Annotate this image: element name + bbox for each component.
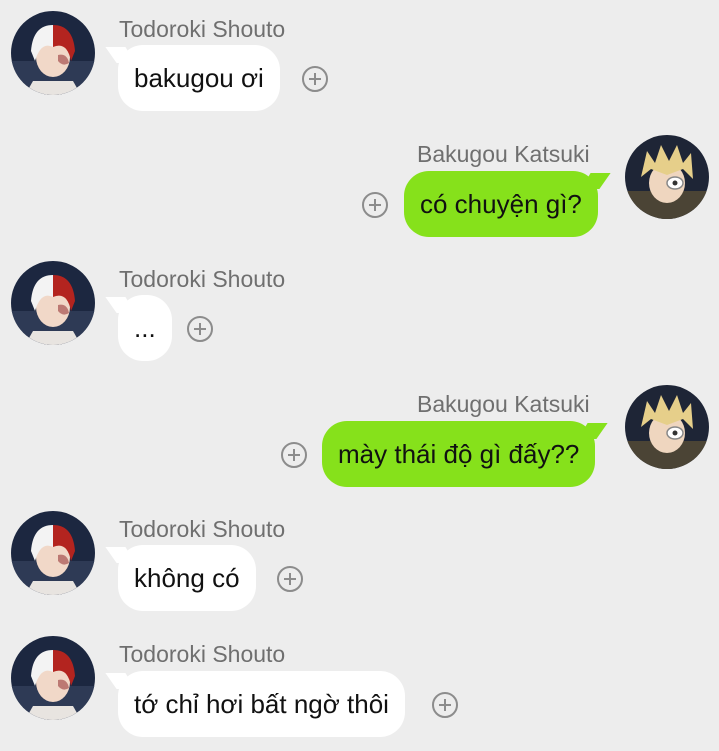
todoroki-avatar-icon[interactable] bbox=[11, 636, 95, 720]
add-reaction-icon[interactable] bbox=[432, 692, 458, 718]
message-bubble[interactable]: tớ chỉ hơi bất ngờ thôi bbox=[118, 671, 405, 737]
message-text: tớ chỉ hơi bất ngờ thôi bbox=[134, 689, 389, 719]
sender-name: Todoroki Shouto bbox=[119, 641, 286, 667]
chat-message: Todoroki Shouto tớ chỉ hơi bất ngờ thôi bbox=[0, 0, 719, 751]
chat-thread: Todoroki Shouto bakugou ơi Bakugou Katsu… bbox=[0, 0, 719, 751]
